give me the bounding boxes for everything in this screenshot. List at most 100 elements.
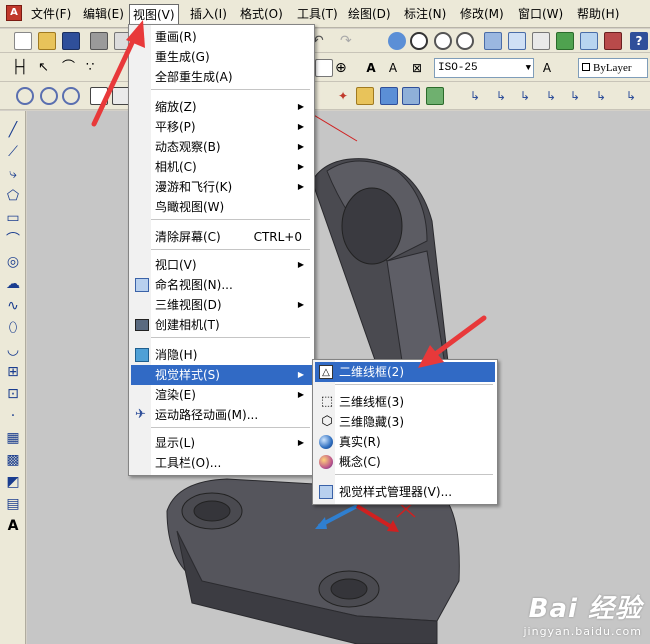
menu-item-3d-views[interactable]: 三维视图(D) ▶ (131, 295, 312, 315)
properties-icon[interactable] (484, 32, 502, 50)
help-icon[interactable]: ? (630, 32, 648, 50)
camera-icon[interactable] (90, 87, 108, 105)
revision-cloud-icon[interactable]: ☁ (4, 275, 22, 293)
menu-item-conceptual[interactable]: 概念(C) (315, 452, 495, 472)
menu-format[interactable]: 格式(O) (237, 5, 286, 23)
menu-item-camera[interactable]: 相机(C) ▶ (131, 157, 312, 177)
dimstyle-manager-icon[interactable]: A (538, 59, 556, 77)
zoom-previous-icon[interactable] (456, 32, 474, 50)
menu-item-orbit[interactable]: 动态观察(B) ▶ (131, 137, 312, 157)
ucs-icon[interactable]: ↳ (466, 87, 484, 105)
hatch-icon[interactable]: ▦ (4, 429, 22, 447)
menu-edit[interactable]: 编辑(E) (80, 5, 127, 23)
orbit-icon[interactable] (16, 87, 34, 105)
open-folder-icon[interactable] (38, 32, 56, 50)
ucs-face-icon[interactable]: ↳ (542, 87, 560, 105)
free-orbit-icon[interactable] (40, 87, 58, 105)
tool-palettes-icon[interactable] (532, 32, 550, 50)
menu-item-regen[interactable]: 重生成(G) (131, 47, 312, 67)
menu-item-walk-fly[interactable]: 漫游和飞行(K) ▶ (131, 177, 312, 197)
materials-icon[interactable] (380, 87, 398, 105)
line-icon[interactable]: ╱ (4, 121, 22, 139)
app-icon[interactable]: A (6, 5, 22, 21)
region-icon[interactable]: ◩ (4, 473, 22, 491)
new-file-icon[interactable] (14, 32, 32, 50)
ucs-world-icon[interactable]: ↳ (492, 87, 510, 105)
zoom-realtime-icon[interactable] (410, 32, 428, 50)
menu-item-visual-styles-manager[interactable]: 视觉样式管理器(V)... (315, 482, 495, 502)
menu-dimension[interactable]: 标注(N) (401, 5, 449, 23)
ucs-save-icon[interactable] (426, 87, 444, 105)
design-center-icon[interactable] (508, 32, 526, 50)
layer-color-select[interactable]: ByLayer (578, 58, 648, 78)
menu-item-clean-screen[interactable]: 清除屏幕(C) CTRL+0 (131, 227, 312, 247)
menu-item-3d-hidden[interactable]: ⬡ 三维隐藏(3) (315, 412, 495, 432)
center-mark-icon[interactable] (315, 59, 333, 77)
polygon-icon[interactable]: ⬠ (4, 187, 22, 205)
menu-file[interactable]: 文件(F) (28, 5, 74, 23)
polyline-icon[interactable]: ⤷ (4, 165, 22, 183)
ucs-view-icon[interactable]: ↳ (592, 87, 610, 105)
menu-item-visual-styles[interactable]: 视觉样式(S) ▶ (131, 365, 312, 385)
multiline-text-icon[interactable]: A (4, 517, 22, 535)
menu-view[interactable]: 视图(V) (129, 4, 179, 26)
menu-item-pan[interactable]: 平移(P) ▶ (131, 117, 312, 137)
ellipse-icon[interactable]: ⬯ (4, 319, 22, 337)
render-icon[interactable]: ✦ (334, 87, 352, 105)
rectangle-icon[interactable]: ▭ (4, 209, 22, 227)
pan-realtime-icon[interactable] (388, 32, 406, 50)
aligned-dim-icon[interactable]: ↖ (38, 59, 56, 77)
menu-item-create-camera[interactable]: 创建相机(T) (131, 315, 312, 335)
continuous-orbit-icon[interactable] (62, 87, 80, 105)
menu-modify[interactable]: 修改(M) (457, 5, 507, 23)
dim-edit-icon[interactable]: A (362, 59, 380, 77)
menu-insert[interactable]: 插入(I) (187, 5, 230, 23)
calculator-icon[interactable] (604, 32, 622, 50)
menu-item-render[interactable]: 渲染(E) ▶ (131, 385, 312, 405)
dim-text-edit-icon[interactable]: A (384, 59, 402, 77)
menu-item-motion-path[interactable]: ✈ 运动路径动画(M)... (131, 405, 312, 425)
table-icon[interactable]: ▤ (4, 495, 22, 513)
insert-block-icon[interactable]: ⊞ (4, 363, 22, 381)
menu-item-named-views[interactable]: 命名视图(N)... (131, 275, 312, 295)
linear-dim-icon[interactable]: ├┤ (12, 59, 30, 77)
zoom-window-icon[interactable] (434, 32, 452, 50)
menu-tools[interactable]: 工具(T) (294, 5, 341, 23)
save-icon[interactable] (62, 32, 80, 50)
menu-item-display[interactable]: 显示(L) ▶ (131, 433, 312, 453)
dimstyle-select[interactable]: ISO-25 ▼ (434, 58, 534, 78)
lights-icon[interactable] (356, 87, 374, 105)
ellipse-arc-icon[interactable]: ◡ (4, 341, 22, 359)
menu-item-zoom[interactable]: 缩放(Z) ▶ (131, 97, 312, 117)
menu-item-hide[interactable]: 消隐(H) (131, 345, 312, 365)
menu-item-viewports[interactable]: 视口(V) ▶ (131, 255, 312, 275)
gradient-icon[interactable]: ▩ (4, 451, 22, 469)
ucs-previous-icon[interactable]: ↳ (516, 87, 534, 105)
menu-item-regen-all[interactable]: 全部重生成(A) (131, 67, 312, 87)
arc-length-icon[interactable]: ⌒ (62, 59, 80, 77)
make-block-icon[interactable]: ⊡ (4, 385, 22, 403)
circle-icon[interactable]: ◎ (4, 253, 22, 271)
sheet-set-icon[interactable] (556, 32, 574, 50)
menu-item-aerial-view[interactable]: 鸟瞰视图(W) (131, 197, 312, 217)
redo-icon[interactable]: ↷ (340, 32, 358, 50)
arc-icon[interactable]: ⌒ (4, 231, 22, 249)
spline-icon[interactable]: ∿ (4, 297, 22, 315)
menu-window[interactable]: 窗口(W) (515, 5, 566, 23)
menu-help[interactable]: 帮助(H) (574, 5, 622, 23)
ucs-origin-icon[interactable]: ↳ (622, 87, 640, 105)
menu-item-redraw[interactable]: ✎ 重画(R) (131, 27, 312, 47)
menu-item-toolbars[interactable]: 工具栏(O)... (131, 453, 312, 473)
ordinate-dim-icon[interactable]: ∵ (86, 59, 104, 77)
menu-item-2d-wireframe[interactable]: △ 二维线框(2) (315, 362, 495, 382)
ucs-object-icon[interactable]: ↳ (566, 87, 584, 105)
menu-item-realistic[interactable]: 真实(R) (315, 432, 495, 452)
markup-icon[interactable] (580, 32, 598, 50)
point-icon[interactable]: · (4, 407, 22, 425)
construction-line-icon[interactable]: ⟋ (4, 143, 22, 161)
center-circle-icon[interactable]: ⊕ (335, 59, 353, 77)
dim-update-icon[interactable]: ⊠ (408, 59, 426, 77)
menu-draw[interactable]: 绘图(D) (345, 5, 394, 23)
box-icon[interactable] (402, 87, 420, 105)
menu-item-3d-wireframe[interactable]: ⬚ 三维线框(3) (315, 392, 495, 412)
